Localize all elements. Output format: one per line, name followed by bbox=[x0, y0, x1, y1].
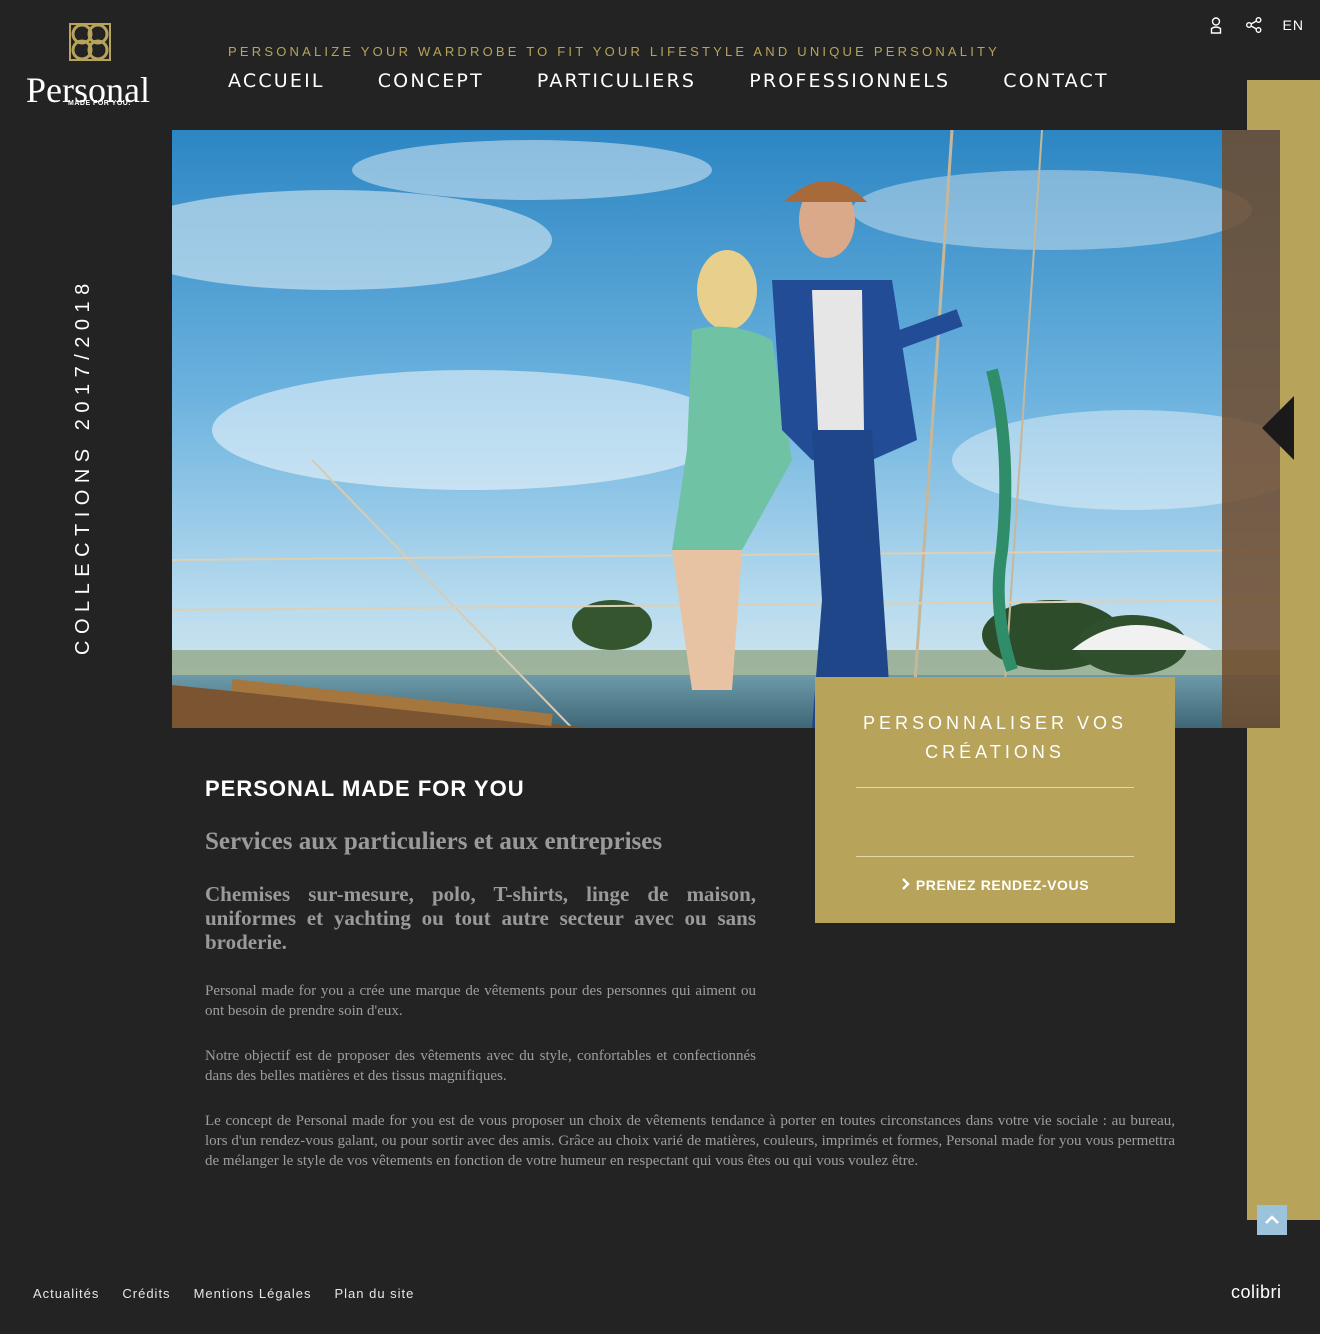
scroll-to-top-button[interactable] bbox=[1257, 1205, 1287, 1235]
footer-links: Actualités Crédits Mentions Légales Plan… bbox=[33, 1286, 414, 1301]
collections-label: COLLECTIONS 2017/2018 bbox=[72, 277, 94, 655]
intro-paragraph: Personal made for you a crée une marque … bbox=[205, 983, 756, 1019]
chevron-right-icon bbox=[901, 877, 910, 893]
cta-divider-top bbox=[856, 787, 1134, 788]
objective-paragraph: Notre objectif est de proposer des vêtem… bbox=[205, 1048, 756, 1084]
logo-monogram-icon bbox=[69, 23, 111, 61]
nav-particuliers[interactable]: PARTICULIERS bbox=[537, 70, 696, 92]
footer-link-credits[interactable]: Crédits bbox=[122, 1286, 170, 1301]
agency-brand-link[interactable]: colibri bbox=[1231, 1282, 1282, 1303]
services-heading: Services aux particuliers et aux entrepr… bbox=[205, 828, 663, 855]
footer-link-actualites[interactable]: Actualités bbox=[33, 1286, 99, 1301]
page-title: PERSONAL MADE FOR YOU bbox=[205, 776, 525, 801]
services-description: Chemises sur-mesure, polo, T-shirts, lin… bbox=[205, 882, 756, 954]
chevron-up-icon bbox=[1265, 1215, 1279, 1224]
main-nav: ACCUEIL CONCEPT PARTICULIERS PROFESSIONN… bbox=[228, 70, 1109, 92]
cta-box: PERSONNALISER VOS CRÉATIONS PRENEZ RENDE… bbox=[815, 677, 1175, 923]
user-icon[interactable] bbox=[1207, 16, 1225, 34]
hero-image bbox=[172, 130, 1280, 728]
share-icon[interactable] bbox=[1245, 16, 1263, 34]
slider-prev-arrow-icon[interactable] bbox=[1262, 396, 1294, 460]
cta-divider-bottom bbox=[856, 856, 1134, 857]
appointment-link[interactable]: PRENEZ RENDEZ-VOUS bbox=[815, 877, 1175, 893]
nav-professionnels[interactable]: PROFESSIONNELS bbox=[749, 70, 950, 92]
header-tagline: PERSONALIZE YOUR WARDROBE TO FIT YOUR LI… bbox=[228, 44, 1001, 59]
appointment-link-label: PRENEZ RENDEZ-VOUS bbox=[915, 877, 1090, 893]
cta-title: PERSONNALISER VOS CRÉATIONS bbox=[815, 709, 1175, 767]
cta-title-line2: CRÉATIONS bbox=[925, 742, 1065, 762]
footer-link-sitemap[interactable]: Plan du site bbox=[334, 1286, 414, 1301]
site-logo[interactable]: Personal MADE FOR YOU. bbox=[26, 20, 166, 112]
footer-link-mentions[interactable]: Mentions Légales bbox=[194, 1286, 312, 1301]
concept-paragraph: Le concept de Personal made for you est … bbox=[205, 1113, 1175, 1169]
language-switch[interactable]: EN bbox=[1283, 17, 1304, 33]
header-utilities: EN bbox=[1207, 16, 1304, 34]
nav-contact[interactable]: CONTACT bbox=[1003, 70, 1109, 92]
cta-title-line1: PERSONNALISER VOS bbox=[862, 713, 1128, 733]
logo-tagline: MADE FOR YOU. bbox=[68, 100, 131, 107]
nav-concept[interactable]: CONCEPT bbox=[378, 70, 484, 92]
nav-accueil[interactable]: ACCUEIL bbox=[228, 70, 325, 92]
